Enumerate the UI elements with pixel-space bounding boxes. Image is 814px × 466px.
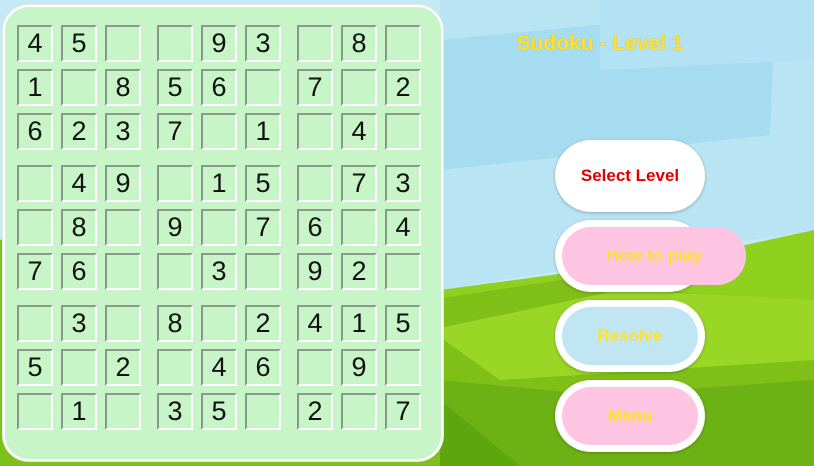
sudoku-cell[interactable]: 3 [385,165,421,202]
sudoku-cell[interactable]: 2 [385,69,421,106]
sudoku-cell[interactable]: 1 [201,165,237,202]
sudoku-cell[interactable] [17,165,53,202]
sudoku-cell[interactable] [245,253,281,290]
sudoku-cell[interactable]: 7 [297,69,333,106]
sudoku-cell[interactable]: 3 [61,305,97,342]
sudoku-cell[interactable] [61,69,97,106]
sudoku-cell[interactable] [245,393,281,430]
sudoku-cell[interactable]: 3 [201,253,237,290]
game-title: Sudoku - Level 1 [516,32,684,55]
sudoku-cell[interactable]: 1 [341,305,377,342]
sudoku-cell[interactable] [105,209,141,246]
sudoku-cell[interactable]: 2 [245,305,281,342]
sudoku-cell[interactable]: 2 [341,253,377,290]
sudoku-cell[interactable]: 3 [245,25,281,62]
sudoku-cell[interactable] [201,113,237,150]
sudoku-cell[interactable] [157,349,193,386]
sudoku-cell[interactable] [297,25,333,62]
sudoku-cell[interactable]: 4 [201,349,237,386]
sudoku-cell[interactable]: 5 [385,305,421,342]
sudoku-cell[interactable]: 8 [105,69,141,106]
sudoku-cell[interactable]: 9 [105,165,141,202]
sudoku-cell[interactable] [385,349,421,386]
sudoku-cell[interactable]: 3 [157,393,193,430]
sudoku-cell[interactable] [105,253,141,290]
sudoku-cell[interactable]: 8 [341,25,377,62]
sudoku-cell[interactable]: 4 [385,209,421,246]
sudoku-cell[interactable]: 7 [157,113,193,150]
sudoku-cell[interactable]: 7 [245,209,281,246]
sudoku-cell[interactable] [341,393,377,430]
sudoku-cell[interactable] [385,253,421,290]
sudoku-cell[interactable] [297,113,333,150]
sudoku-cell[interactable]: 3 [105,113,141,150]
sudoku-cell[interactable]: 2 [61,113,97,150]
sudoku-cell[interactable]: 4 [297,305,333,342]
sudoku-cell[interactable]: 9 [297,253,333,290]
sudoku-cell[interactable] [297,165,333,202]
select-level-label: Select Level [562,147,698,205]
sudoku-cell[interactable]: 6 [201,69,237,106]
sudoku-cell[interactable]: 6 [297,209,333,246]
sudoku-cell[interactable] [157,25,193,62]
sudoku-cell[interactable] [341,69,377,106]
sudoku-cell[interactable]: 5 [17,349,53,386]
sudoku-cell[interactable]: 2 [105,349,141,386]
sudoku-cell[interactable] [17,305,53,342]
sudoku-cell[interactable]: 7 [341,165,377,202]
sudoku-cell[interactable]: 5 [61,25,97,62]
sudoku-cell[interactable] [17,393,53,430]
sudoku-cell[interactable] [105,305,141,342]
sudoku-cell[interactable] [157,253,193,290]
sudoku-cell[interactable] [297,349,333,386]
sudoku-cell[interactable]: 5 [245,165,281,202]
sudoku-cell[interactable]: 4 [341,113,377,150]
sudoku-cell[interactable] [105,393,141,430]
sudoku-cell[interactable] [157,165,193,202]
sudoku-cell[interactable] [385,25,421,62]
sudoku-cell[interactable]: 8 [61,209,97,246]
sudoku-cell[interactable]: 5 [157,69,193,106]
sudoku-cell[interactable]: 2 [297,393,333,430]
menu-button[interactable]: Menu [555,380,705,452]
how-to-play-label: How to play [562,227,746,285]
resolve-label: Resolve [562,307,698,365]
sudoku-cell[interactable] [61,349,97,386]
sudoku-cell[interactable]: 4 [61,165,97,202]
sudoku-cell[interactable]: 4 [17,25,53,62]
sudoku-cell[interactable] [17,209,53,246]
sudoku-board: 4593818567262371449157389764763923824155… [3,5,443,461]
sudoku-cell[interactable]: 7 [17,253,53,290]
how-to-play-button[interactable]: How to play [555,220,746,292]
sudoku-cell[interactable] [201,305,237,342]
sudoku-cell[interactable] [245,69,281,106]
sudoku-cell[interactable]: 7 [385,393,421,430]
select-level-button[interactable]: Select Level [555,140,705,212]
sudoku-cell[interactable]: 8 [157,305,193,342]
sudoku-cell[interactable]: 1 [245,113,281,150]
sudoku-cell[interactable]: 5 [201,393,237,430]
sudoku-cell[interactable]: 6 [245,349,281,386]
sudoku-cell[interactable]: 6 [61,253,97,290]
sudoku-cell[interactable]: 9 [201,25,237,62]
sudoku-cell[interactable] [201,209,237,246]
sudoku-cell[interactable] [105,25,141,62]
sudoku-cell[interactable]: 9 [341,349,377,386]
menu-label: Menu [562,387,698,445]
resolve-button[interactable]: Resolve [555,300,705,372]
sudoku-cell[interactable]: 1 [61,393,97,430]
sudoku-cell[interactable]: 1 [17,69,53,106]
sudoku-cell[interactable] [385,113,421,150]
sudoku-cell[interactable]: 9 [157,209,193,246]
sudoku-cell[interactable] [341,209,377,246]
sudoku-cell[interactable]: 6 [17,113,53,150]
